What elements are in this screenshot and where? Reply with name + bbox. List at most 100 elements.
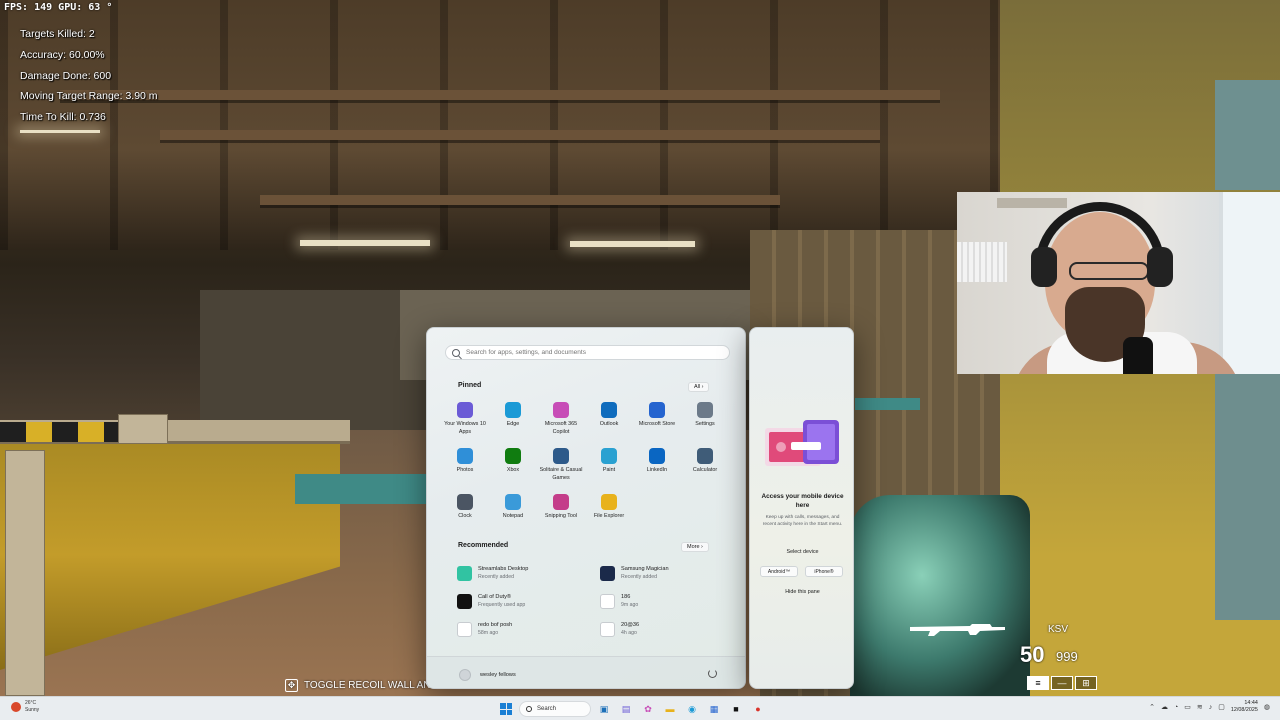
pinned-app[interactable]: Microsoft 365 Copilot [537, 402, 585, 444]
call-of-duty-icon [457, 593, 472, 609]
pinned-app[interactable]: Snipping Tool [537, 494, 585, 536]
recommended-item[interactable]: Streamlabs Desktop Recently added [457, 562, 587, 584]
pinned-app[interactable]: File Explorer [585, 494, 633, 536]
volume-icon[interactable]: ♪ [1209, 704, 1213, 711]
pinned-app[interactable]: Microsoft Store [633, 402, 681, 444]
more-button[interactable]: More › [681, 542, 709, 552]
pinned-app-label: Settings [695, 421, 715, 427]
pinned-app[interactable]: Edge [489, 402, 537, 444]
recommended-item[interactable]: 20@36 4h ago [600, 618, 730, 640]
clock[interactable]: 14:44 12/08/2025 [1231, 700, 1258, 714]
pinned-app[interactable]: Clock [441, 494, 489, 536]
window [1219, 192, 1280, 374]
call-of-duty-icon[interactable]: ■ [727, 700, 745, 718]
store-icon[interactable]: ▦ [705, 700, 723, 718]
pinned-app-label: Clock [458, 513, 472, 519]
edge-icon [505, 402, 521, 418]
folder-icon [601, 494, 617, 510]
key-prompt-icon: ✥ [285, 679, 298, 692]
pinned-app-label: Xbox [506, 467, 520, 473]
edge-icon[interactable]: ◉ [683, 700, 701, 718]
taskbar-search[interactable]: Search [519, 701, 591, 717]
document-icon [600, 621, 615, 637]
hazard-stripe [0, 422, 120, 442]
phone-link-pane: Access your mobile device here Keep up w… [749, 327, 854, 689]
widgets-icon[interactable]: ▤ [617, 700, 635, 718]
paint-icon [601, 448, 617, 464]
pinned-app[interactable]: Settings [681, 402, 729, 444]
pinned-app[interactable]: Outlook [585, 402, 633, 444]
display-icon[interactable]: ▢ [1218, 703, 1225, 711]
notepad-icon [505, 494, 521, 510]
blue-panel [1215, 80, 1280, 190]
pinned-app[interactable]: Xbox [489, 448, 537, 490]
recommended-name: Call of Duty® [478, 594, 512, 600]
android-button[interactable]: Android™ [760, 566, 798, 577]
green-mat [855, 398, 920, 410]
pinned-apps: Your Windows 10 Apps Edge Microsoft 365 Co… [441, 402, 736, 536]
weather-widget[interactable]: 26°C Sunny [11, 700, 39, 714]
system-tray: ⌃ ☁ ◔ ▭ ≋ ♪ ▢ 14:44 12/08/2025 ◍ [1149, 700, 1270, 714]
stat-target-range: Moving Target Range: 3.90 m [20, 90, 158, 103]
taskbar: 26°C Sunny Search ▣ ▤ ✿ ▬ ◉ ▦ ■ ● ⌃ ☁ ◔ … [0, 696, 1280, 720]
start-search-box[interactable] [445, 345, 730, 360]
chevron-up-icon[interactable]: ⌃ [1149, 703, 1155, 711]
taskbar-search-label: Search [537, 706, 557, 712]
user-account-button[interactable]: wesley fellows [459, 669, 516, 681]
notification-bell-icon[interactable]: ◍ [1264, 703, 1270, 711]
iphone-button[interactable]: iPhone® [805, 566, 843, 577]
pinned-app-label: Snipping Tool [544, 513, 578, 519]
recommended-item[interactable]: Call of Duty® Frequently used app [457, 590, 587, 612]
calculator-icon [697, 448, 713, 464]
pinned-app[interactable]: Calculator [681, 448, 729, 490]
recommended-text: Call of Duty® Frequently used app [478, 593, 525, 609]
clock-icon [457, 494, 473, 510]
recommended-subtitle: Recently added [478, 574, 515, 580]
pinned-app-label: Solitaire & Casual Games [539, 467, 583, 481]
barrier-post [5, 450, 45, 696]
headset-earcup [1147, 247, 1173, 287]
phone-pane-description: Keep up with calls, messages, and recent… [762, 515, 843, 527]
wifi-icon[interactable]: ≋ [1197, 703, 1203, 711]
pinned-app[interactable]: Photos [441, 448, 489, 490]
weapon-viewmodel [850, 495, 1030, 696]
linkedin-icon [649, 448, 665, 464]
hide-pane-link[interactable]: Hide this pane [758, 589, 847, 595]
power-icon[interactable] [708, 669, 717, 678]
phone-pane-title: Access your mobile device here [761, 493, 844, 509]
pinned-app-label: Microsoft Store [638, 421, 676, 427]
solitaire-icon [553, 448, 569, 464]
weather-temp: 26°C [25, 700, 37, 706]
pinned-app-label: Your Windows 10 Apps [444, 421, 486, 435]
recommended-item[interactable]: Samsung Magician Recently added [600, 562, 730, 584]
recommended-item[interactable]: redo bof posh 58m ago [457, 618, 587, 640]
pinned-app[interactable]: Solitaire & Casual Games [537, 448, 585, 490]
file-explorer-icon[interactable]: ▬ [661, 700, 679, 718]
all-apps-button[interactable]: All › [688, 382, 710, 392]
copilot-icon [553, 402, 569, 418]
onedrive-icon[interactable]: ☁ [1161, 703, 1168, 711]
pinned-app[interactable]: Your Windows 10 Apps [441, 402, 489, 444]
pinned-app[interactable]: Notepad [489, 494, 537, 536]
task-view-icon[interactable]: ▣ [595, 700, 613, 718]
recommended-name: Streamlabs Desktop [478, 566, 529, 572]
file-icon [457, 621, 472, 637]
recommended-subtitle: 58m ago [478, 630, 499, 636]
headset-earcup [1031, 247, 1057, 287]
stat-accuracy: Accuracy: 60.00% [20, 48, 105, 61]
samsung-magician-icon [600, 565, 615, 581]
start-button[interactable] [497, 700, 515, 718]
ceiling-light [570, 241, 695, 247]
fire-mode-selector: ≡ — ⊞ [1027, 676, 1097, 690]
recommended-item[interactable]: 186 9m ago [600, 590, 730, 612]
pinned-app[interactable]: Paint [585, 448, 633, 490]
network-icon[interactable]: ◔ [1174, 704, 1178, 711]
start-search-input[interactable] [466, 349, 716, 356]
recommended-text: Samsung Magician Recently added [621, 565, 669, 581]
taskbar-apps: Search ▣ ▤ ✿ ▬ ◉ ▦ ■ ● [497, 700, 767, 718]
battery-icon[interactable]: ▭ [1184, 703, 1191, 711]
pinned-app[interactable]: LinkedIn [633, 448, 681, 490]
copilot-icon[interactable]: ✿ [639, 700, 657, 718]
pinned-app-label: Outlook [599, 421, 619, 427]
chrome-icon[interactable]: ● [749, 700, 767, 718]
